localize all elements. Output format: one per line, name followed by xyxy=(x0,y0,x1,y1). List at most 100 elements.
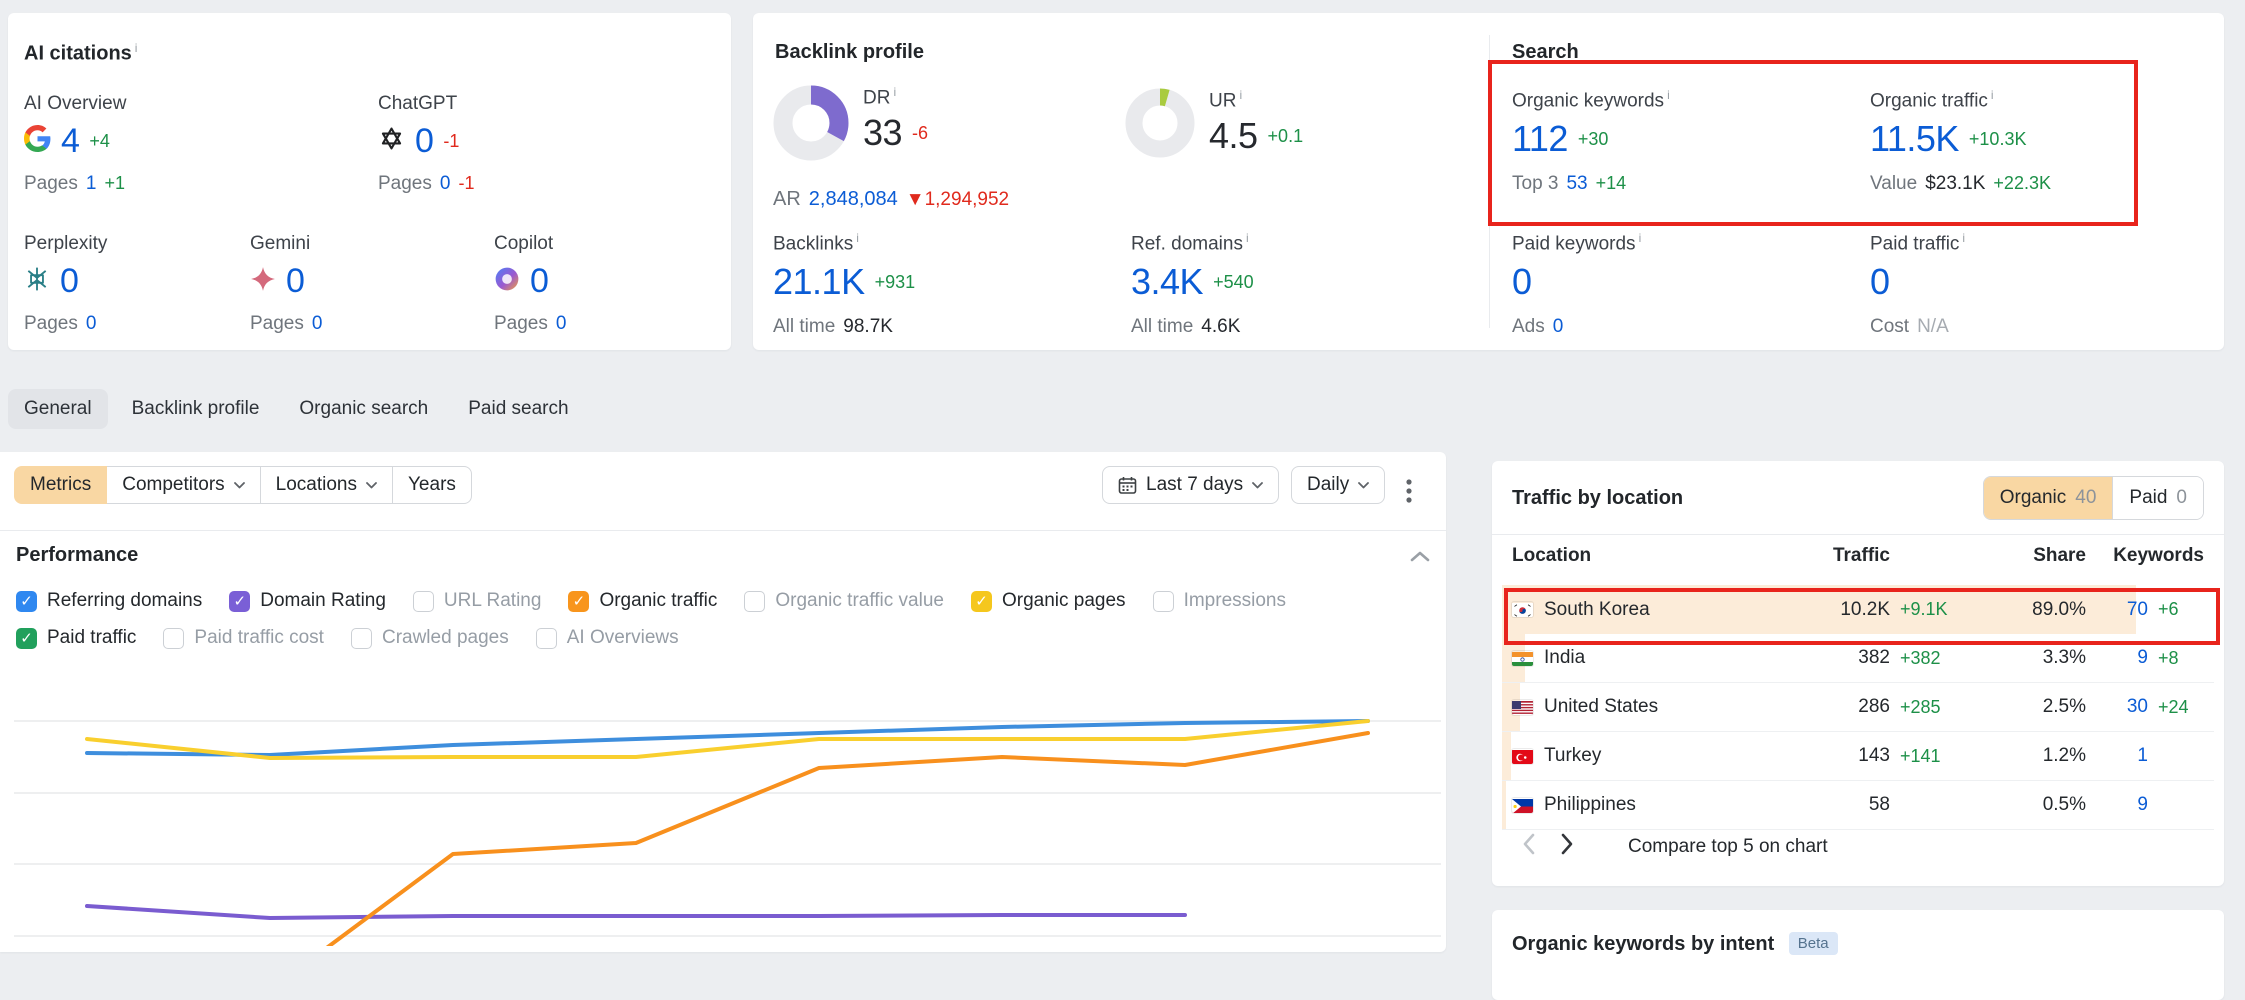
google-icon xyxy=(24,125,51,157)
country-cell: South Korea xyxy=(1512,599,1800,621)
keywords-value[interactable]: 9 xyxy=(2086,647,2148,669)
metric-checkbox-organic-traffic[interactable]: ✓Organic traffic xyxy=(568,590,717,612)
table-row-south-korea[interactable]: South Korea 10.2K +9.1K 89.0% 70 +6 xyxy=(1502,585,2214,634)
prev-page-chevron-icon[interactable] xyxy=(1522,833,1535,860)
perplexity-count[interactable]: 0 xyxy=(60,264,78,298)
chatgpt-count[interactable]: 0 xyxy=(415,124,433,158)
info-icon[interactable]: i xyxy=(1991,88,1994,102)
share-value: 2.5% xyxy=(1986,696,2086,718)
keywords-value[interactable]: 1 xyxy=(2086,745,2148,767)
chevron-down-icon xyxy=(1358,482,1369,489)
traffic-delta: +285 xyxy=(1890,697,1986,718)
dr-metric: DRi 33 -6 xyxy=(773,85,928,161)
metric-checkbox-organic-traffic-value[interactable]: Organic traffic value xyxy=(744,590,944,612)
traffic-delta: +9.1K xyxy=(1890,599,1986,620)
metric-checkbox-referring-domains[interactable]: ✓Referring domains xyxy=(16,590,202,612)
ai-citation-ai-overview: AI Overview 4 +4 Pages 1 +1 xyxy=(24,93,126,195)
organic-keywords-value[interactable]: 112 xyxy=(1512,121,1568,157)
check-icon: ✓ xyxy=(975,594,988,609)
table-row-turkey[interactable]: Turkey 143 +141 1.2% 1 xyxy=(1502,732,2214,781)
info-icon[interactable]: i xyxy=(135,41,138,55)
organic-traffic-value[interactable]: 11.5K xyxy=(1870,121,1959,157)
metric-checkbox-impressions[interactable]: Impressions xyxy=(1153,590,1286,612)
ai-citations-card: AI citationsi AI Overview 4 +4 Pages 1 +… xyxy=(8,13,731,350)
metric-checkbox-domain-rating[interactable]: ✓Domain Rating xyxy=(229,590,386,612)
pages-value[interactable]: 1 xyxy=(86,173,97,195)
tab-paid-search[interactable]: Paid search xyxy=(452,389,584,429)
country-name: South Korea xyxy=(1544,599,1650,621)
pages-value[interactable]: 0 xyxy=(312,313,323,335)
alltime-label: All time xyxy=(773,316,835,338)
cost-label: Cost xyxy=(1870,316,1909,338)
paid-keywords-value[interactable]: 0 xyxy=(1512,264,1532,300)
info-icon[interactable]: i xyxy=(1667,88,1670,102)
copilot-count[interactable]: 0 xyxy=(530,264,548,298)
toggle-organic[interactable]: Organic40 xyxy=(1984,477,2113,519)
chatgpt-delta: -1 xyxy=(443,131,459,152)
keywords-value[interactable]: 70 xyxy=(2086,599,2148,621)
granularity-dropdown[interactable]: Daily xyxy=(1291,466,1385,504)
pages-value[interactable]: 0 xyxy=(86,313,97,335)
backlinks-value[interactable]: 21.1K xyxy=(773,264,865,300)
competitors-dropdown[interactable]: Competitors xyxy=(106,466,260,504)
column-keywords: Keywords xyxy=(2086,545,2204,567)
country-name: Turkey xyxy=(1544,745,1601,767)
table-row-philippines[interactable]: Philippines 58 0.5% 9 xyxy=(1502,781,2214,830)
top3-value[interactable]: 53 xyxy=(1566,173,1587,195)
years-button[interactable]: Years xyxy=(392,466,472,504)
tab-organic-search[interactable]: Organic search xyxy=(283,389,444,429)
ai-overview-count[interactable]: 4 xyxy=(61,124,79,158)
paid-traffic-value[interactable]: 0 xyxy=(1870,264,1890,300)
performance-line-chart xyxy=(0,690,1446,946)
metric-checkbox-paid-traffic-cost[interactable]: Paid traffic cost xyxy=(163,627,324,649)
flag-india-icon xyxy=(1512,651,1533,666)
country-cell: Turkey xyxy=(1512,745,1800,767)
keywords-value[interactable]: 9 xyxy=(2086,794,2148,816)
ur-delta: +0.1 xyxy=(1268,126,1304,147)
table-row-united-states[interactable]: United States 286 +285 2.5% 30 +24 xyxy=(1502,683,2214,732)
column-share: Share xyxy=(1986,545,2086,567)
info-icon[interactable]: i xyxy=(856,231,859,245)
ur-gauge xyxy=(1125,88,1195,158)
metric-checkbox-url-rating[interactable]: URL Rating xyxy=(413,590,542,612)
info-icon[interactable]: i xyxy=(1239,88,1242,102)
ref-domains-value[interactable]: 3.4K xyxy=(1131,264,1203,300)
share-value: 3.3% xyxy=(1986,647,2086,669)
pages-label: Pages xyxy=(378,173,432,195)
metric-checkbox-organic-pages[interactable]: ✓Organic pages xyxy=(971,590,1126,612)
ads-value[interactable]: 0 xyxy=(1553,316,1564,338)
metric-checkbox-ai-overviews[interactable]: AI Overviews xyxy=(536,627,679,649)
traffic-by-location-card: Traffic by location Organic40 Paid0 Loca… xyxy=(1492,461,2224,886)
alltime-value: 4.6K xyxy=(1201,316,1240,338)
search-title: Search xyxy=(1512,41,1579,64)
pages-value[interactable]: 0 xyxy=(556,313,567,335)
keywords-value[interactable]: 30 xyxy=(2086,696,2148,718)
ur-value: 4.5 xyxy=(1209,118,1258,154)
more-options-kebab-icon[interactable] xyxy=(1400,472,1418,510)
dr-value: 33 xyxy=(863,115,902,151)
gemini-count[interactable]: 0 xyxy=(286,264,304,298)
gemini-icon xyxy=(250,266,276,297)
metric-checkbox-paid-traffic[interactable]: ✓Paid traffic xyxy=(16,627,136,649)
info-icon[interactable]: i xyxy=(893,85,896,99)
toggle-paid[interactable]: Paid0 xyxy=(2112,477,2203,519)
next-page-chevron-icon[interactable] xyxy=(1561,833,1574,860)
tab-general[interactable]: General xyxy=(8,389,108,429)
table-row-india[interactable]: India 382 +382 3.3% 9 +8 xyxy=(1502,634,2214,683)
locations-dropdown[interactable]: Locations xyxy=(260,466,393,504)
info-icon[interactable]: i xyxy=(1246,231,1249,245)
date-range-dropdown[interactable]: Last 7 days xyxy=(1102,466,1279,504)
keywords-delta: +6 xyxy=(2148,599,2204,620)
info-icon[interactable]: i xyxy=(1962,231,1965,245)
tab-backlink-profile[interactable]: Backlink profile xyxy=(116,389,276,429)
calendar-icon xyxy=(1118,476,1137,495)
collapse-chevron-up-icon[interactable] xyxy=(1410,549,1430,567)
metric-checkbox-crawled-pages[interactable]: Crawled pages xyxy=(351,627,509,649)
pages-value[interactable]: 0 xyxy=(440,173,451,195)
pages-delta: -1 xyxy=(458,173,474,194)
ar-value[interactable]: 2,848,084 xyxy=(809,188,898,211)
info-icon[interactable]: i xyxy=(1639,231,1642,245)
copilot-icon xyxy=(494,266,520,297)
ai-citation-chatgpt: ChatGPT 0 -1 Pages 0 -1 xyxy=(378,93,474,195)
metrics-button[interactable]: Metrics xyxy=(14,466,107,504)
